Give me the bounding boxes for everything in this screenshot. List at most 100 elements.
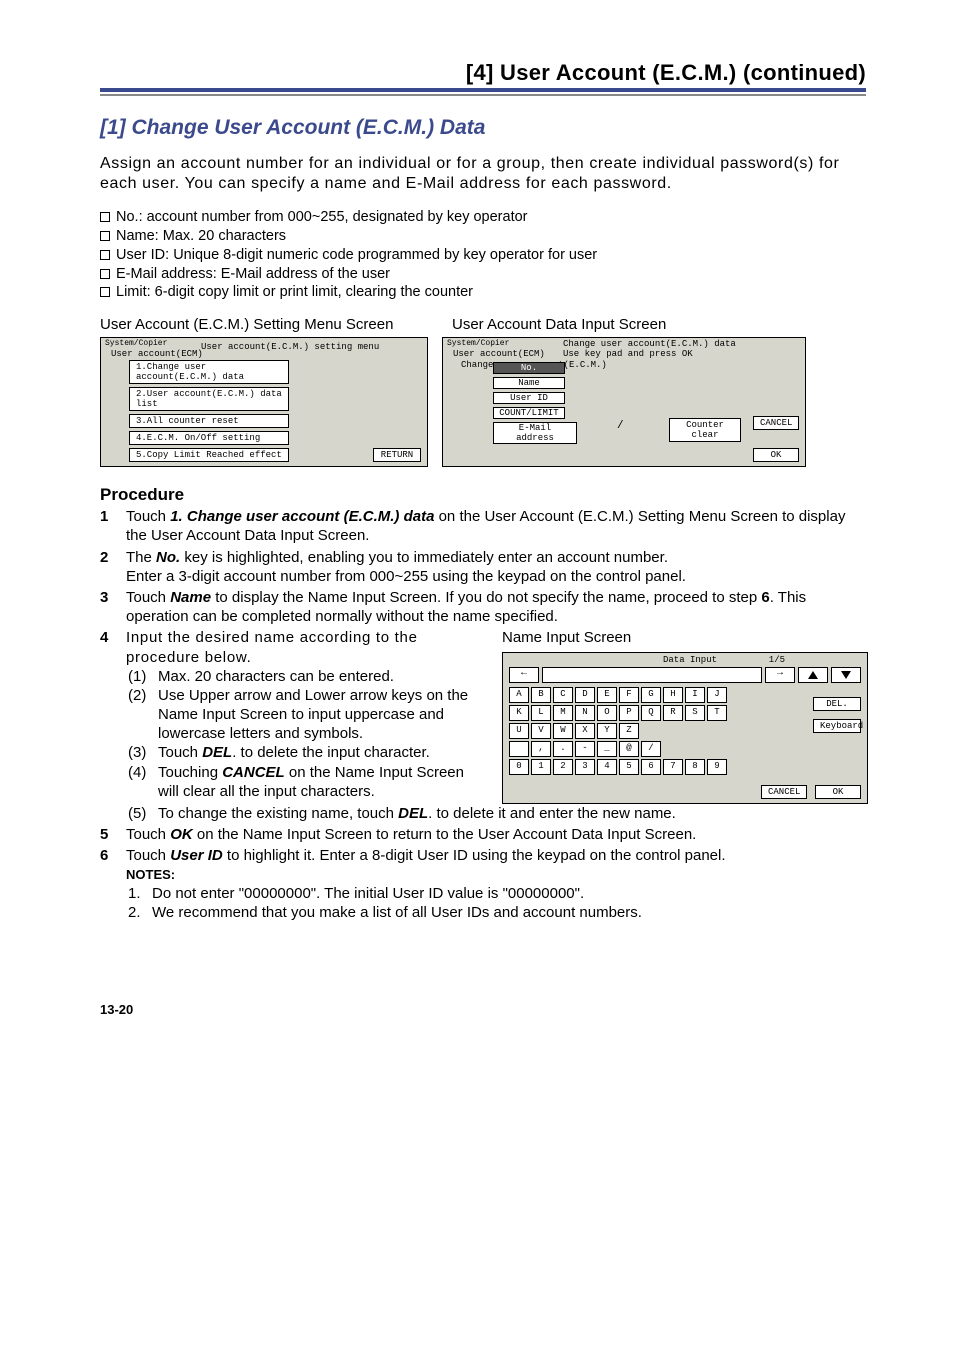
note-number: 1. <box>128 884 152 903</box>
substep-number: (2) <box>128 686 158 744</box>
key-button[interactable]: K <box>509 705 529 721</box>
key-button[interactable]: F <box>619 687 639 703</box>
ok-button[interactable]: OK <box>753 448 799 462</box>
substep-body: Touch DEL. to delete the input character… <box>158 743 484 762</box>
key-button[interactable]: I <box>685 687 705 703</box>
key-button[interactable]: E <box>597 687 617 703</box>
return-button[interactable]: RETURN <box>373 448 421 462</box>
key-button[interactable]: 4 <box>597 759 617 775</box>
setting-menu-screen: System/Copier User account(ECM) User acc… <box>100 337 428 467</box>
name-input-field[interactable] <box>542 667 762 683</box>
step-body: The No. key is highlighted, enabling you… <box>126 548 866 586</box>
del-button[interactable]: DEL. <box>813 697 861 711</box>
bullet-text: Name: Max. 20 characters <box>116 227 286 246</box>
key-button[interactable]: Z <box>619 723 639 739</box>
key-button[interactable]: X <box>575 723 595 739</box>
user-id-button[interactable]: User ID <box>493 392 565 404</box>
key-button[interactable]: L <box>531 705 551 721</box>
right-arrow-button[interactable]: → <box>765 667 795 683</box>
key-button[interactable]: O <box>597 705 617 721</box>
menu-item-limit-reached[interactable]: 5.Copy Limit Reached effect <box>129 448 289 462</box>
page-number: 13-20 <box>100 1002 866 1017</box>
key-button[interactable]: - <box>575 741 595 757</box>
key-button[interactable]: Q <box>641 705 661 721</box>
count-limit-button[interactable]: COUNT/LIMIT <box>493 407 565 419</box>
slash-separator: / <box>617 420 624 432</box>
screen2-caption: User Account Data Input Screen <box>452 316 666 333</box>
bullet-text: E-Mail address: E-Mail address of the us… <box>116 265 390 284</box>
key-button[interactable]: @ <box>619 741 639 757</box>
name-button[interactable]: Name <box>493 377 565 389</box>
key-button[interactable] <box>509 741 529 757</box>
key-button[interactable]: J <box>707 687 727 703</box>
header-divider <box>100 94 866 96</box>
left-arrow-button[interactable]: ← <box>509 667 539 683</box>
key-button[interactable]: 2 <box>553 759 573 775</box>
key-button[interactable]: / <box>641 741 661 757</box>
menu-item-counter-reset[interactable]: 3.All counter reset <box>129 414 289 428</box>
cancel-button[interactable]: CANCEL <box>761 785 807 799</box>
key-button[interactable]: . <box>553 741 573 757</box>
step-body: Touch Name to display the Name Input Scr… <box>126 588 866 626</box>
substep-body: Max. 20 characters can be entered. <box>158 667 484 686</box>
substep-body: Use Upper arrow and Lower arrow keys on … <box>158 686 484 744</box>
on-screen-keyboard: ABCDEFGHIJ KLMNOPQRST UVWXYZ ,.-_@/ 0123… <box>509 687 727 777</box>
key-button[interactable]: , <box>531 741 551 757</box>
ok-button[interactable]: OK <box>815 785 861 799</box>
down-arrow-icon <box>841 671 851 679</box>
key-button[interactable]: 7 <box>663 759 683 775</box>
name-input-screen: Data Input 1 /5 ← → ABCDEFGHIJ <box>502 652 868 804</box>
key-button[interactable]: 0 <box>509 759 529 775</box>
bullet-icon <box>100 231 110 241</box>
note-number: 2. <box>128 903 152 922</box>
step-number: 4 <box>100 628 126 822</box>
menu-item-change-data[interactable]: 1.Change user account(E.C.M.) data <box>129 360 289 384</box>
step-body: Touch 1. Change user account (E.C.M.) da… <box>126 507 866 545</box>
key-button[interactable]: U <box>509 723 529 739</box>
step-number: 5 <box>100 825 126 844</box>
key-button[interactable]: T <box>707 705 727 721</box>
key-button[interactable]: M <box>553 705 573 721</box>
key-button[interactable]: A <box>509 687 529 703</box>
counter-clear-button[interactable]: Counter clear <box>669 418 741 442</box>
key-button[interactable]: 6 <box>641 759 661 775</box>
key-button[interactable]: N <box>575 705 595 721</box>
key-button[interactable]: Y <box>597 723 617 739</box>
key-button[interactable]: C <box>553 687 573 703</box>
key-button[interactable]: _ <box>597 741 617 757</box>
key-button[interactable]: H <box>663 687 683 703</box>
key-button[interactable]: R <box>663 705 683 721</box>
upper-arrow-button[interactable] <box>798 667 828 683</box>
cancel-button[interactable]: CANCEL <box>753 416 799 430</box>
key-button[interactable]: V <box>531 723 551 739</box>
bullet-text: No.: account number from 000~255, design… <box>116 208 528 227</box>
substep-body: To change the existing name, touch DEL. … <box>158 804 866 823</box>
screen-title: Data Input <box>663 655 717 667</box>
step-number: 1 <box>100 507 126 545</box>
note-body: Do not enter "00000000". The initial Use… <box>152 884 584 903</box>
screen3-caption: Name Input Screen <box>502 628 866 647</box>
key-button[interactable]: B <box>531 687 551 703</box>
intro-paragraph: Assign an account number for an individu… <box>100 154 866 194</box>
key-button[interactable]: W <box>553 723 573 739</box>
lower-arrow-button[interactable] <box>831 667 861 683</box>
key-button[interactable]: 3 <box>575 759 595 775</box>
menu-item-data-list[interactable]: 2.User account(E.C.M.) data list <box>129 387 289 411</box>
key-button[interactable]: 5 <box>619 759 639 775</box>
key-button[interactable]: 8 <box>685 759 705 775</box>
key-button[interactable]: G <box>641 687 661 703</box>
note-body: We recommend that you make a list of all… <box>152 903 642 922</box>
menu-item-on-off[interactable]: 4.E.C.M. On/Off setting <box>129 431 289 445</box>
data-input-screen: System/Copier User account(ECM) Change u… <box>442 337 806 467</box>
substep-number: (3) <box>128 743 158 762</box>
key-button[interactable]: D <box>575 687 595 703</box>
key-button[interactable]: 9 <box>707 759 727 775</box>
bullet-icon <box>100 250 110 260</box>
key-button[interactable]: 1 <box>531 759 551 775</box>
step-number: 3 <box>100 588 126 626</box>
keyboard-button[interactable]: Keyboard <box>813 719 861 733</box>
key-button[interactable]: S <box>685 705 705 721</box>
key-button[interactable]: P <box>619 705 639 721</box>
no-button[interactable]: No. <box>493 362 565 374</box>
email-button[interactable]: E-Mail address <box>493 422 577 444</box>
